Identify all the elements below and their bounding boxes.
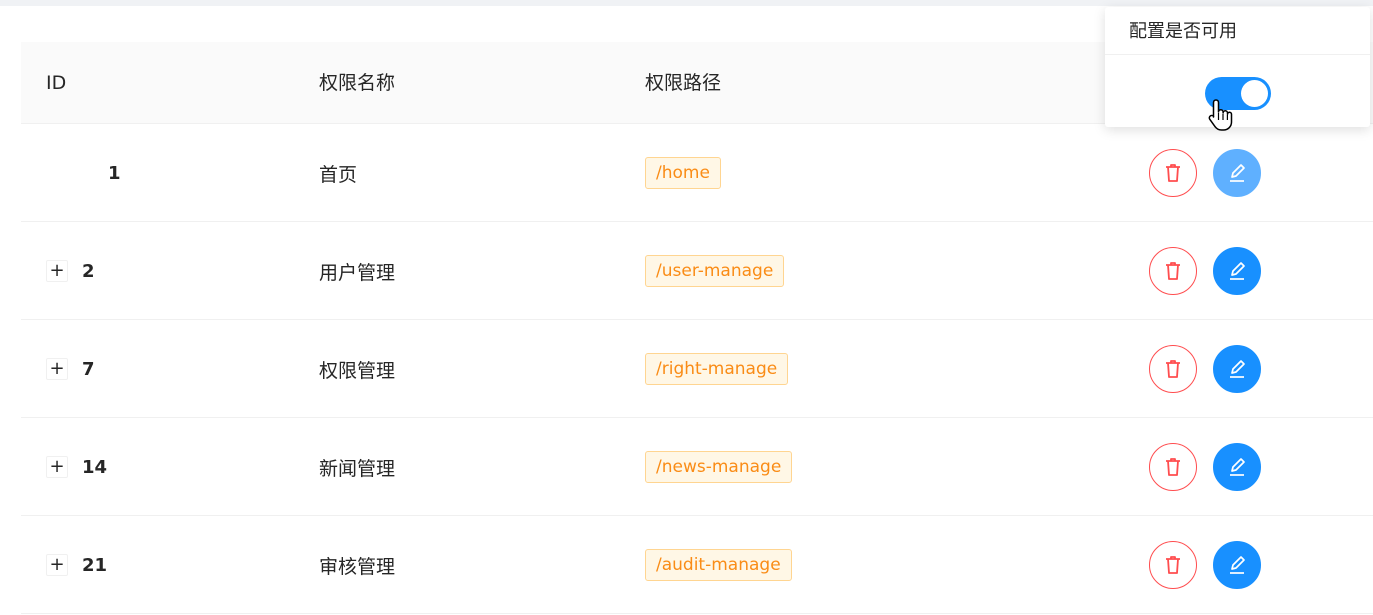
row-path-cell: /home (645, 124, 721, 222)
row-id: 2 (82, 260, 95, 282)
trash-icon (1166, 556, 1180, 574)
path-tag: /user-manage (645, 255, 785, 287)
edit-button[interactable] (1213, 541, 1261, 589)
row-id: 14 (82, 456, 108, 478)
expand-row-button[interactable]: + (46, 554, 68, 576)
delete-button[interactable] (1149, 345, 1197, 393)
delete-button[interactable] (1149, 247, 1197, 295)
row-actions (1149, 320, 1261, 418)
path-tag: /right-manage (645, 353, 789, 385)
row-actions (1149, 516, 1261, 614)
path-tag: /audit-manage (645, 549, 792, 581)
delete-button[interactable] (1149, 149, 1197, 197)
trash-icon (1166, 164, 1180, 182)
pencil-icon (1230, 262, 1245, 280)
table-row: + 21 审核管理 /audit-manage (21, 516, 1373, 614)
table-row: + 14 新闻管理 /news-manage (21, 418, 1373, 516)
popover-title: 配置是否可用 (1105, 7, 1370, 55)
edit-button[interactable] (1213, 149, 1261, 197)
edit-button[interactable] (1213, 247, 1261, 295)
edit-button[interactable] (1213, 443, 1261, 491)
pencil-icon (1230, 360, 1245, 378)
row-id-cell: + 7 (46, 320, 95, 418)
trash-icon (1166, 262, 1180, 280)
edit-button[interactable] (1213, 345, 1261, 393)
enable-config-popover: 配置是否可用 (1105, 7, 1370, 127)
trash-icon (1166, 360, 1180, 378)
pencil-icon (1230, 458, 1245, 476)
row-name: 用户管理 (319, 261, 396, 284)
column-header-id: ID (46, 72, 67, 94)
table-row: 1 首页 /home (21, 124, 1373, 222)
pencil-icon (1230, 556, 1245, 574)
row-path-cell: /right-manage (645, 320, 789, 418)
row-name: 首页 (319, 163, 358, 186)
delete-button[interactable] (1149, 541, 1197, 589)
expand-spacer (46, 162, 68, 184)
switch-knob (1241, 80, 1268, 107)
row-actions (1149, 124, 1261, 222)
row-id-cell: 1 (46, 124, 121, 222)
expand-row-button[interactable]: + (46, 260, 68, 282)
row-id: 1 (108, 162, 121, 184)
path-tag: /news-manage (645, 451, 793, 483)
row-id-cell: + 2 (46, 222, 95, 320)
row-id: 21 (82, 554, 108, 576)
hand-pointer-icon (1208, 99, 1233, 131)
top-strip (0, 0, 1373, 6)
row-path-cell: /user-manage (645, 222, 785, 320)
table-row: + 2 用户管理 /user-manage (21, 222, 1373, 320)
path-tag: /home (645, 157, 721, 189)
row-id: 7 (82, 358, 95, 380)
row-name: 权限管理 (319, 359, 396, 382)
delete-button[interactable] (1149, 443, 1197, 491)
column-header-name: 权限名称 (319, 72, 396, 94)
row-id-cell: + 14 (46, 418, 107, 516)
expand-row-button[interactable]: + (46, 456, 68, 478)
row-id-cell: + 21 (46, 516, 107, 614)
column-header-path: 权限路径 (645, 72, 722, 94)
row-actions (1149, 418, 1261, 516)
row-name: 新闻管理 (319, 457, 396, 480)
row-name: 审核管理 (319, 555, 396, 578)
row-path-cell: /news-manage (645, 418, 793, 516)
pencil-icon (1230, 164, 1245, 182)
row-path-cell: /audit-manage (645, 516, 792, 614)
row-actions (1149, 222, 1261, 320)
expand-row-button[interactable]: + (46, 358, 68, 380)
permission-table: ID 权限名称 权限路径 1 首页 /home + 2 用户管理 /user-m… (21, 42, 1373, 614)
table-row: + 7 权限管理 /right-manage (21, 320, 1373, 418)
trash-icon (1166, 458, 1180, 476)
